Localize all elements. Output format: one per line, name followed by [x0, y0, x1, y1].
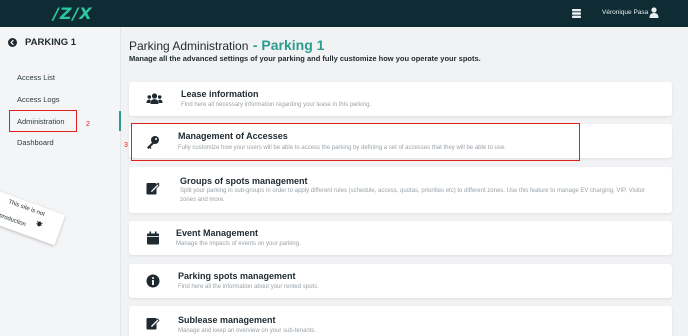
card-title: Groups of spots management: [180, 176, 308, 186]
stack-icon[interactable]: [571, 8, 582, 19]
sidebar: PARKING 1 Access List Access Logs Admini…: [0, 27, 121, 336]
top-navbar: /Z/X Véronique Pasa: [0, 0, 688, 27]
card-lease-information[interactable]: Lease information Find here all necessar…: [129, 82, 672, 116]
chevron-left-circle-icon[interactable]: [8, 38, 17, 47]
sidebar-item-dashboard[interactable]: Dashboard: [17, 138, 54, 147]
card-description: Find here all the information about your…: [178, 284, 319, 290]
annotation-number-3: 3: [124, 142, 128, 149]
card-title: Sublease management: [178, 315, 276, 325]
user-icon[interactable]: [649, 7, 659, 18]
sidebar-item-access-logs[interactable]: Access Logs: [17, 95, 60, 104]
page-title-accent: - Parking 1: [252, 37, 325, 53]
card-description: Manage the impacts of events on your par…: [176, 241, 301, 247]
card-description: Find here all necessary information rega…: [181, 102, 372, 108]
ribbon-text-line1: This site is not: [7, 199, 46, 218]
bug-icon: [36, 220, 43, 227]
card-title: Parking spots management: [178, 271, 296, 281]
sublease-icon: [146, 318, 160, 330]
card-groups-of-spots-management[interactable]: Groups of spots management Split your pa…: [129, 167, 672, 213]
users-icon: [146, 93, 163, 104]
sidebar-item-access-list[interactable]: Access List: [17, 73, 55, 82]
sidebar-parking-title: PARKING 1: [25, 37, 77, 48]
page-subtitle: Manage all the advanced settings of your…: [129, 54, 481, 63]
page-title-text: Parking Administration: [129, 39, 249, 53]
page-title: Parking Administration - Parking 1: [129, 37, 324, 55]
card-sublease-management[interactable]: Sublease management Manage and keep an o…: [129, 306, 672, 336]
annotation-number-2: 2: [86, 121, 90, 128]
card-description: Manage and keep an overview on your sub-…: [178, 328, 317, 334]
info-icon: [146, 274, 160, 288]
card-parking-spots-management[interactable]: Parking spots management Find here all t…: [129, 264, 672, 298]
annotation-highlight-administration: [9, 110, 77, 132]
card-description: Split your parking in sub-groups in orde…: [180, 188, 646, 203]
app-logo[interactable]: /Z/X: [53, 4, 93, 23]
environment-ribbon: This site is not production: [0, 190, 66, 246]
edit-icon: [146, 182, 160, 195]
calendar-icon: [147, 231, 159, 245]
card-title: Lease information: [181, 89, 259, 99]
annotation-highlight-management-of-accesses: [131, 123, 580, 161]
user-name[interactable]: Véronique Pasa: [602, 9, 648, 16]
logo-text: /Z/X: [53, 4, 93, 23]
card-event-management[interactable]: Event Management Manage the impacts of e…: [129, 221, 672, 255]
card-title: Event Management: [176, 228, 259, 238]
sidebar-active-indicator: [119, 111, 121, 131]
ribbon-text-line2: production: [0, 212, 27, 229]
